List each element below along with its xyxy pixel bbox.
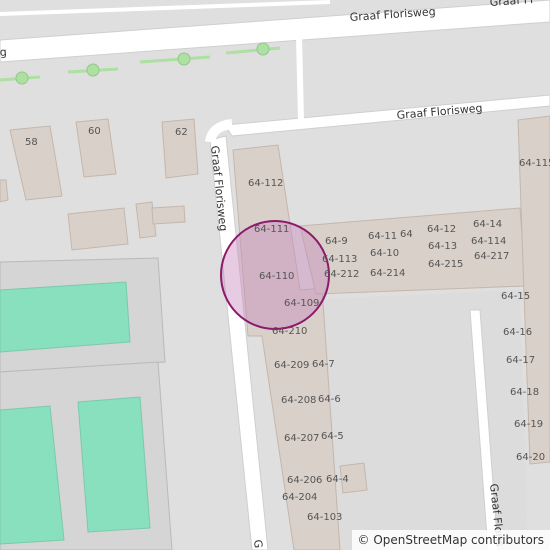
house-number: 64-215 [428, 259, 463, 270]
house-number: 64-103 [307, 512, 342, 523]
house-number: 64-115 [519, 158, 550, 169]
map-attribution: © OpenStreetMap contributors [351, 530, 550, 550]
house-number: 64-111 [254, 224, 289, 235]
house-number: 64-110 [259, 271, 294, 282]
house-number: 64-109 [284, 298, 319, 309]
house-number: 64-6 [318, 394, 341, 405]
house-number: 64-14 [473, 219, 502, 230]
sports-pitch [0, 281, 131, 353]
house-number: 64-206 [287, 475, 322, 486]
house-number: 64-209 [274, 360, 309, 371]
house-number: 64-12 [427, 224, 456, 235]
house-number: 64-217 [474, 251, 509, 262]
house-number: 64-204 [282, 492, 317, 503]
house-number: 64-7 [312, 359, 335, 370]
house-number: 64-18 [510, 387, 539, 398]
street-label-left: g [0, 46, 7, 59]
building-left-edge [0, 179, 9, 203]
house-number: 60 [88, 126, 101, 137]
house-number: 64-5 [321, 431, 344, 442]
house-number: 58 [25, 137, 38, 148]
map-canvas[interactable]: Graaf Florisweg Graaf Fl g Graaf Florisw… [0, 0, 550, 550]
house-number: 64-114 [471, 236, 506, 247]
sports-ground-upper [0, 257, 166, 373]
sports-ground-lower [0, 361, 173, 550]
house-number: 64-210 [272, 326, 307, 337]
copyright-symbol: © [357, 533, 370, 547]
house-number: 64-207 [284, 433, 319, 444]
openstreetmap-link[interactable]: OpenStreetMap [373, 533, 467, 547]
street-label-middle: Graaf Florisweg [396, 102, 483, 122]
house-number: 64-113 [322, 254, 357, 265]
house-number: 64-112 [248, 178, 283, 189]
house-number: 64-17 [506, 355, 535, 366]
house-number: 64-4 [326, 474, 349, 485]
house-number: 64-10 [370, 248, 399, 259]
sports-pitch [77, 396, 151, 533]
house-number: 64-20 [516, 452, 545, 463]
house-number: 64-19 [514, 419, 543, 430]
house-number: 64-15 [501, 291, 530, 302]
house-number: 64-16 [503, 327, 532, 338]
house-number: 64-11 [368, 231, 397, 242]
house-number: 64-212 [324, 269, 359, 280]
house-number: 64-214 [370, 268, 405, 279]
attribution-suffix: contributors [471, 533, 544, 547]
house-number: 64-9 [325, 236, 348, 247]
building-garage [67, 207, 129, 251]
house-number: 64-208 [281, 395, 316, 406]
house-number: 64 [400, 229, 413, 240]
street-label-bottom: G [251, 539, 265, 549]
house-number: 64-13 [428, 241, 457, 252]
road-graaf-florisweg-middle [224, 94, 550, 137]
house-number: 62 [175, 127, 188, 138]
